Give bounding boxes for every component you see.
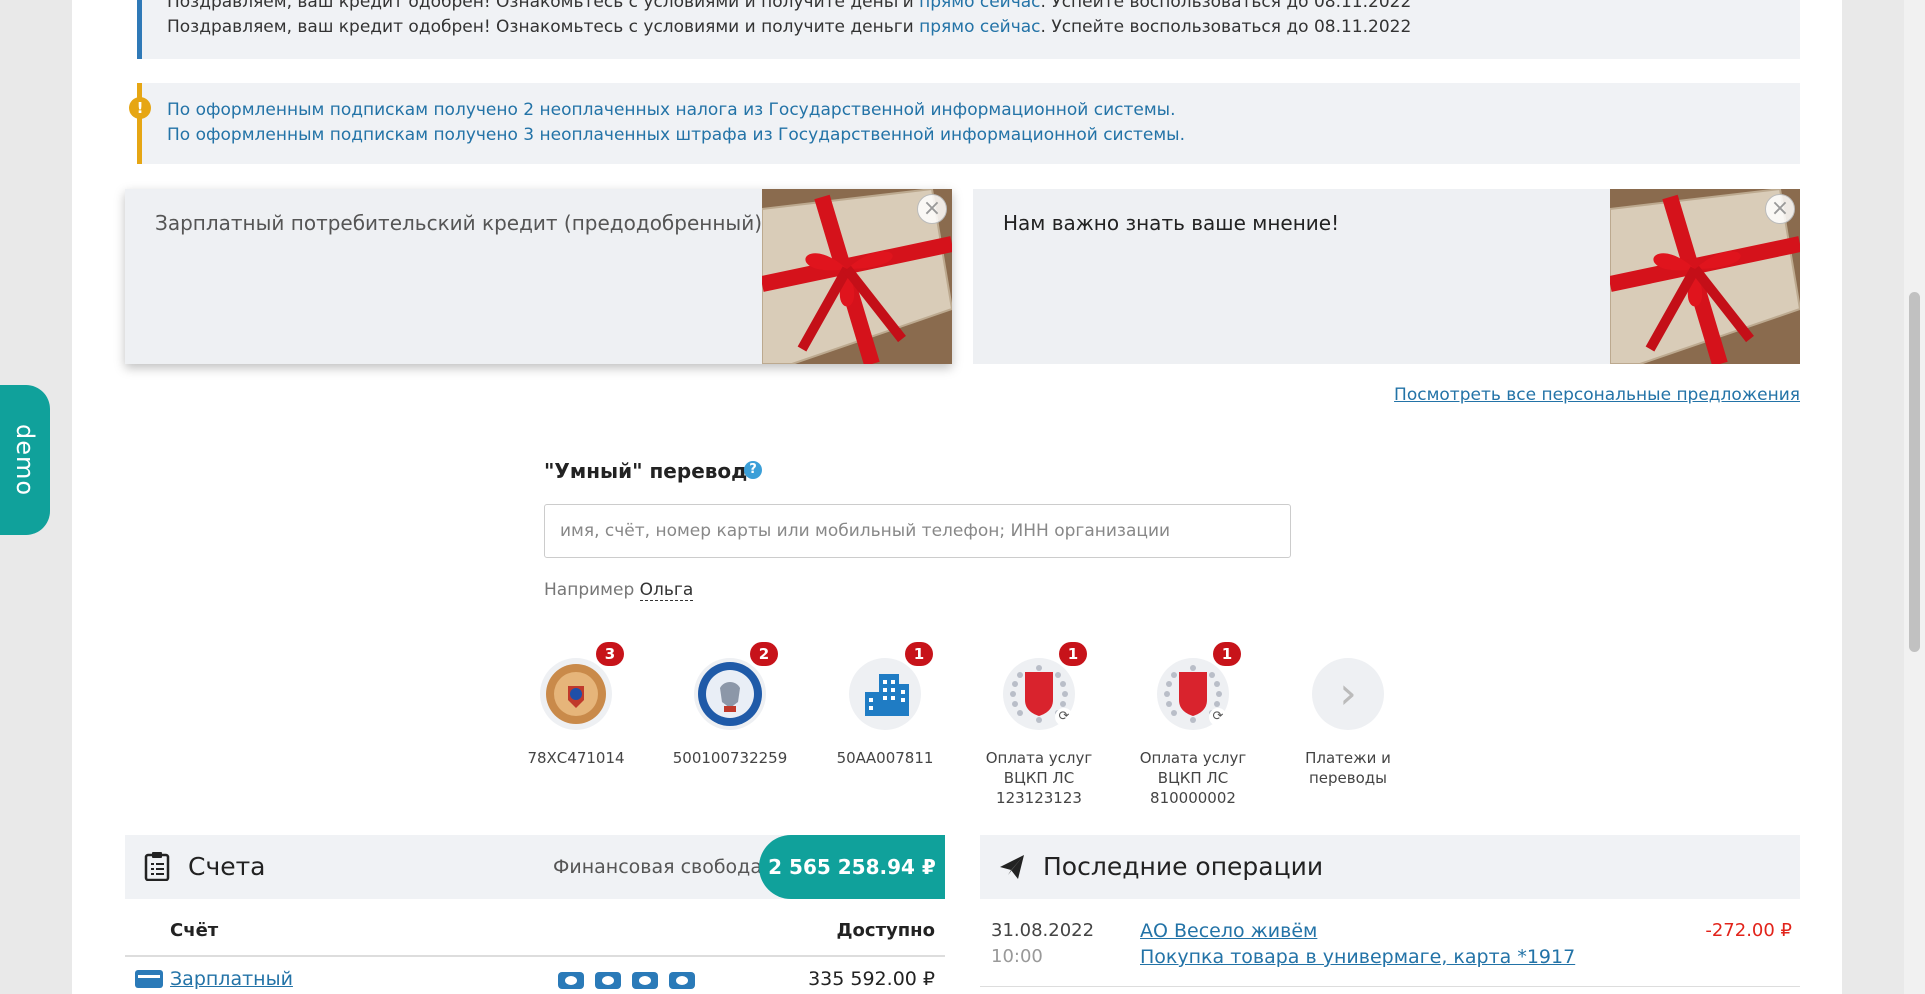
credit-now-link[interactable]: прямо сейчас xyxy=(919,17,1040,37)
smart-transfer-input[interactable] xyxy=(544,504,1291,558)
notice-accent-bar xyxy=(137,0,142,59)
card-icon xyxy=(135,970,163,988)
scrollbar-thumb[interactable] xyxy=(1909,292,1920,652)
offer-card-credit[interactable]: Зарплатный потребительский кредит (предо… xyxy=(125,189,952,364)
example-prefix: Например xyxy=(544,580,635,600)
quick-payment-item[interactable]: 2 500100732259 xyxy=(655,642,805,768)
credit-notice-text: Поздравляем, ваш кредит одобрен! Ознаком… xyxy=(167,17,920,37)
refresh-icon: ⟳ xyxy=(1209,708,1227,726)
gis-notice: ! По оформленным подпискам получено 2 не… xyxy=(129,83,1800,164)
demo-tab[interactable]: demo xyxy=(0,385,50,535)
quick-payment-label: Оплата услуг ВЦКП ЛС 810000002 xyxy=(1139,749,1247,807)
credit-now-link[interactable]: прямо сейчас xyxy=(919,0,1040,12)
demo-tab-label: demo xyxy=(11,423,39,497)
example-name-link[interactable]: Ольга xyxy=(639,580,694,601)
credit-deadline-text: . Успейте воспользоваться до 08.11.2022 xyxy=(1040,0,1412,12)
paper-plane-icon xyxy=(1000,855,1024,879)
operation-time: 10:00 xyxy=(991,946,1043,967)
offer-title: Нам важно знать ваше мнение! xyxy=(1003,211,1340,235)
quick-payment-label: Платежи и переводы xyxy=(1305,749,1391,787)
shield-coat-of-arms-icon: ⟳ 1 xyxy=(1003,642,1087,730)
accounts-header: Счета Финансовая свобода 2 565 258.94 ₽ xyxy=(125,835,945,899)
credit-notice-line: Поздравляем, ваш кредит одобрен! Ознаком… xyxy=(167,0,1411,15)
offer-card-feedback[interactable]: Нам важно знать ваше мнение! × xyxy=(973,189,1800,364)
credit-notice: Поздравляем, ваш кредит одобрен! Ознаком… xyxy=(137,0,1800,59)
available-column-header: Доступно xyxy=(836,920,935,941)
unpaid-fines-link[interactable]: По оформленным подпискам получено 3 неоп… xyxy=(167,125,1185,145)
account-column-header: Счёт xyxy=(170,920,219,941)
operations-header: Последние операции xyxy=(980,835,1800,899)
notification-badge: 1 xyxy=(905,642,933,666)
help-icon[interactable]: ? xyxy=(744,461,762,479)
account-name-link[interactable]: Зарплатный xyxy=(170,968,293,990)
financial-freedom-total[interactable]: 2 565 258.94 ₽ xyxy=(759,835,945,899)
clipboard-icon xyxy=(144,852,170,881)
scrollbar[interactable] xyxy=(1904,0,1925,994)
chevron-right-icon: › xyxy=(1312,658,1384,730)
divider xyxy=(125,955,945,957)
shield-coat-of-arms-icon: ⟳ 1 xyxy=(1157,642,1241,730)
quick-payment-label: 78ХС471014 xyxy=(527,749,625,767)
traffic-police-emblem-icon: 3 xyxy=(540,642,624,730)
notice-accent-bar xyxy=(137,83,142,164)
quick-payment-label: Оплата услуг ВЦКП ЛС 123123123 xyxy=(985,749,1093,807)
operation-amount: -272.00 ₽ xyxy=(1705,920,1792,941)
accounts-title: Счета xyxy=(188,852,266,881)
account-balance: 335 592.00 ₽ xyxy=(808,968,935,990)
building-icon: 1 xyxy=(849,642,933,730)
quick-payment-item[interactable]: 3 78ХС471014 xyxy=(501,642,651,768)
quick-payment-item[interactable]: ⟳ 1 Оплата услуг ВЦКП ЛС 123123123 xyxy=(964,642,1114,808)
quick-payment-label: 50АА007811 xyxy=(836,749,934,767)
operation-date: 31.08.2022 xyxy=(991,920,1095,941)
notification-badge: 1 xyxy=(1059,642,1087,666)
quick-payment-item[interactable]: 1 50АА007811 xyxy=(810,642,960,768)
smart-transfer-title: "Умный" перевод xyxy=(544,459,748,483)
notification-badge: 2 xyxy=(750,642,778,666)
credit-deadline-text: . Успейте воспользоваться до 08.11.2022 xyxy=(1040,17,1412,37)
close-icon[interactable]: × xyxy=(917,194,947,224)
card-toggle-icon[interactable] xyxy=(632,972,658,989)
notification-badge: 3 xyxy=(596,642,624,666)
all-offers-link[interactable]: Посмотреть все персональные предложения xyxy=(1394,385,1800,405)
notification-badge: 1 xyxy=(1213,642,1241,666)
operation-merchant-link[interactable]: АО Весело живём xyxy=(1140,920,1317,942)
financial-freedom-label: Финансовая свобода xyxy=(553,856,762,878)
card-toggle-icon[interactable] xyxy=(669,972,695,989)
operations-title: Последние операции xyxy=(1043,852,1324,881)
credit-notice-text: Поздравляем, ваш кредит одобрен! Ознаком… xyxy=(167,0,920,12)
credit-notice-line: Поздравляем, ваш кредит одобрен! Ознаком… xyxy=(167,15,1411,40)
exclamation-icon: ! xyxy=(129,97,151,119)
tax-service-emblem-icon: 2 xyxy=(694,642,778,730)
operation-description-link[interactable]: Покупка товара в универмаге, карта *1917 xyxy=(1140,946,1575,968)
quick-payment-item[interactable]: › Платежи и переводы xyxy=(1273,658,1423,788)
quick-payment-label: 500100732259 xyxy=(672,749,788,767)
close-icon[interactable]: × xyxy=(1765,194,1795,224)
quick-payment-item[interactable]: ⟳ 1 Оплата услуг ВЦКП ЛС 810000002 xyxy=(1118,642,1268,808)
card-toggle-icon[interactable] xyxy=(558,972,584,989)
offer-title: Зарплатный потребительский кредит (предо… xyxy=(155,211,763,235)
card-toggle-icon[interactable] xyxy=(595,972,621,989)
smart-transfer-example: Например Ольга xyxy=(544,580,694,601)
unpaid-taxes-link[interactable]: По оформленным подпискам получено 2 неоп… xyxy=(167,100,1176,120)
divider xyxy=(980,986,1800,987)
refresh-icon: ⟳ xyxy=(1055,708,1073,726)
